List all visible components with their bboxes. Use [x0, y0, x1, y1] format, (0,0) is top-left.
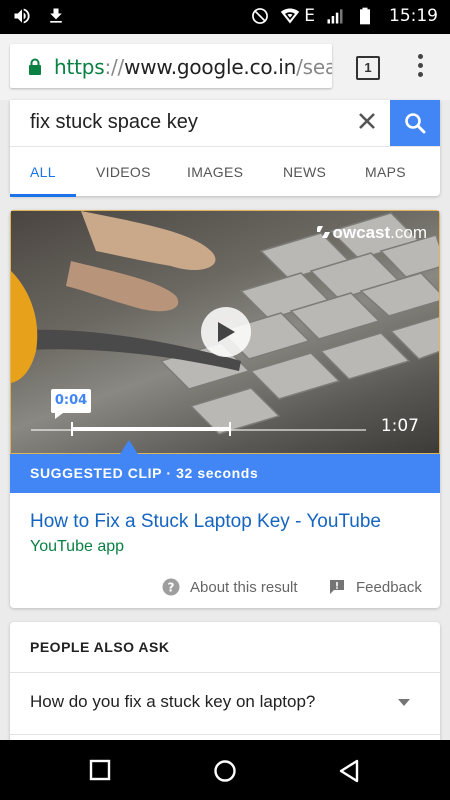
expand-caret-icon[interactable]	[398, 699, 410, 706]
people-also-ask-heading: PEOPLE ALSO ASK	[30, 639, 170, 655]
status-bar: E 15:19	[0, 0, 450, 34]
download-icon	[50, 8, 62, 23]
svg-text:?: ?	[168, 581, 175, 595]
volume-icon	[14, 8, 30, 24]
people-also-ask-card: PEOPLE ALSO ASK How do you fix a stuck k…	[10, 622, 440, 752]
play-button[interactable]	[201, 307, 251, 357]
home-icon[interactable]	[213, 759, 237, 783]
network-type: E	[304, 6, 315, 26]
suggested-clip-banner: SUGGESTED CLIP · 32 seconds	[10, 454, 440, 493]
tab-all[interactable]: ALL	[30, 164, 56, 180]
lock-icon	[29, 58, 41, 75]
recents-icon[interactable]	[89, 759, 111, 781]
search-input[interactable]: fix stuck space key	[30, 111, 198, 134]
url-host: www.google.co.in	[124, 55, 297, 79]
overflow-menu-icon[interactable]	[412, 54, 428, 80]
help-icon: ?	[162, 578, 180, 596]
related-question[interactable]: How do you fix a stuck key on laptop?	[30, 692, 315, 712]
result-source: YouTube app	[30, 538, 125, 555]
back-icon[interactable]	[338, 759, 360, 783]
url-separator: ://	[104, 55, 125, 79]
howcast-logo: owcast.com	[314, 223, 427, 243]
suggested-clip-range	[71, 427, 231, 431]
feedback-icon	[330, 580, 344, 594]
tab-news[interactable]: NEWS	[283, 164, 326, 180]
divider	[10, 734, 440, 735]
url-text: https://www.google.co.in/sear	[54, 55, 332, 79]
android-nav-bar	[0, 740, 450, 800]
clip-start-time: 0:04	[51, 389, 91, 419]
clear-icon[interactable]	[356, 110, 378, 132]
play-icon	[218, 322, 235, 342]
battery-icon	[360, 7, 370, 25]
clock: 15:19	[389, 6, 438, 26]
search-icon	[405, 113, 426, 134]
feedback-button[interactable]: Feedback	[328, 578, 422, 596]
wifi-icon	[281, 8, 300, 24]
result-title-link[interactable]: How to Fix a Stuck Laptop Key - YouTube	[30, 511, 381, 533]
signal-icon	[327, 9, 343, 24]
clip-end-handle[interactable]	[229, 422, 231, 436]
url-path: /sear	[296, 55, 332, 79]
tab-videos[interactable]: VIDEOS	[96, 164, 151, 180]
tab-switcher-button[interactable]: 1	[356, 56, 380, 80]
url-scheme: https	[54, 55, 105, 79]
search-box-card: fix stuck space key ALL VIDEOS IMAGES NE…	[10, 100, 440, 197]
browser-toolbar: https://www.google.co.in/sear 1	[0, 34, 450, 100]
do-not-disturb-icon	[252, 8, 269, 24]
clip-pointer	[120, 440, 138, 454]
watermark-name: owcast	[332, 223, 391, 242]
video-player[interactable]: owcast.com 0:04 1:07	[10, 210, 440, 454]
tab-images[interactable]: IMAGES	[187, 164, 243, 180]
about-this-result-button[interactable]: ? About this result	[162, 578, 298, 596]
watermark-domain: .com	[390, 223, 427, 242]
search-button[interactable]	[390, 100, 440, 146]
video-duration: 1:07	[380, 416, 419, 436]
clip-start-handle[interactable]	[71, 422, 73, 436]
featured-video-result: owcast.com 0:04 1:07 SUGGESTED CLIP · 32…	[10, 210, 440, 608]
about-this-result-label: About this result	[190, 578, 298, 596]
divider	[10, 672, 440, 673]
address-bar[interactable]: https://www.google.co.in/sear	[10, 44, 332, 88]
active-tab-indicator	[10, 194, 76, 197]
feedback-label: Feedback	[356, 578, 422, 596]
search-tabs: ALL VIDEOS IMAGES NEWS MAPS	[10, 146, 440, 197]
suggested-clip-label: SUGGESTED CLIP · 32 seconds	[30, 465, 259, 481]
tab-maps[interactable]: MAPS	[365, 164, 406, 180]
